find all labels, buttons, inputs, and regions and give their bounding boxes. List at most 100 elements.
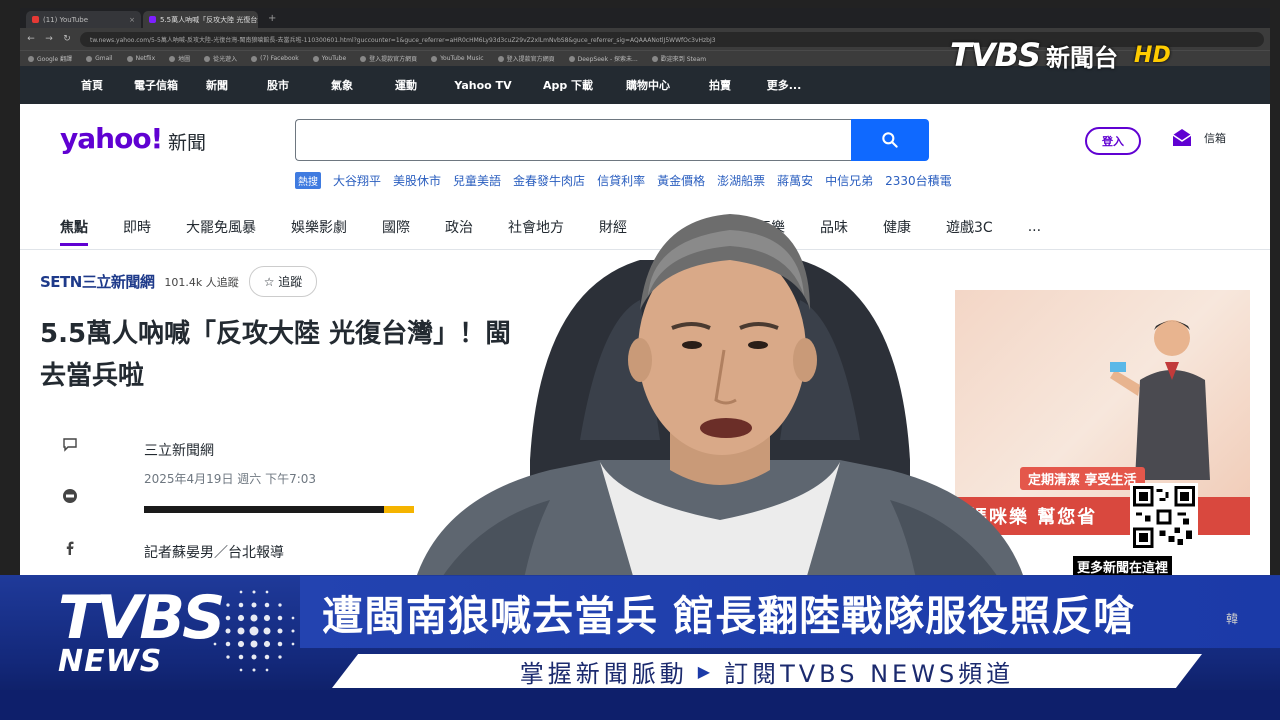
bookmark-item[interactable]: YouTube: [312, 55, 346, 62]
logo-dot: [291, 629, 295, 633]
bookmark-item[interactable]: YouTube Music: [431, 55, 484, 62]
logo-dot: [226, 603, 230, 607]
logo-dot: [238, 602, 244, 608]
news-headline-banner: 遭閩南狼喊去當兵 館長翻陸戰隊服役照反嗆: [300, 576, 1280, 648]
lower-third-strip: [0, 690, 1280, 720]
logo-dot: [225, 615, 231, 621]
logo-dot: [277, 641, 283, 647]
nav-sports[interactable]: 運動: [374, 77, 438, 93]
trending-link[interactable]: 澎湖船票: [717, 172, 765, 189]
category-recall[interactable]: 大罷免風暴: [186, 204, 256, 250]
nav-home[interactable]: 首頁: [60, 77, 124, 93]
bookmark-item[interactable]: DeepSeek - 探索未...: [568, 54, 638, 63]
trending-link[interactable]: 信貸利率: [597, 172, 645, 189]
bookmark-item[interactable]: 歡迎來到 Steam: [651, 54, 706, 63]
line-icon[interactable]: [62, 488, 78, 504]
bookmark-icon: [169, 55, 176, 62]
logo-dot: [252, 668, 256, 672]
mail-link[interactable]: 信箱: [1170, 126, 1226, 150]
bookmark-icon: [86, 55, 93, 62]
nav-mail[interactable]: 電子信箱: [124, 77, 188, 93]
bookmark-item[interactable]: Netflix: [126, 55, 155, 62]
bookmark-icon: [431, 55, 438, 62]
category-entertainment[interactable]: 娛樂影劇: [291, 204, 347, 250]
logo-dot: [278, 603, 282, 607]
logo-dot: [251, 654, 257, 660]
subline-left: 掌握新聞脈動: [519, 659, 688, 688]
trending-searches: 熱搜 大谷翔平 美股休市 兒童美語 金春發牛肉店 信貸利率 黃金價格 澎湖船票 …: [295, 172, 952, 189]
article-byline: 記者蘇晏男／台北報導: [144, 545, 284, 561]
source-name[interactable]: 三立新聞網: [144, 440, 316, 460]
nav-yahoo-tv[interactable]: Yahoo TV: [438, 79, 528, 92]
forward-icon[interactable]: →: [44, 34, 54, 44]
yahoo-news-label: 新聞: [168, 132, 207, 154]
trending-link[interactable]: 黃金價格: [657, 172, 705, 189]
bookmark-icon: [312, 55, 319, 62]
bookmark-item[interactable]: Gmail: [86, 55, 113, 62]
bookmark-item[interactable]: Google 翻譯: [28, 54, 72, 63]
logo-dot: [265, 668, 269, 672]
bookmark-item[interactable]: 從光遊入: [204, 54, 237, 63]
trending-link[interactable]: 蔣萬安: [777, 172, 813, 189]
trending-link[interactable]: 2330台積電: [885, 172, 952, 189]
tab-youtube[interactable]: (11) YouTube ×: [26, 11, 141, 28]
hd-badge: HD: [1134, 42, 1171, 68]
facebook-icon[interactable]: [62, 540, 78, 556]
trending-link[interactable]: 大谷翔平: [333, 172, 381, 189]
trending-link[interactable]: 金春發牛肉店: [513, 172, 585, 189]
nav-stocks[interactable]: 股市: [246, 77, 310, 93]
back-icon[interactable]: ←: [26, 34, 36, 44]
logo-dot: [277, 615, 283, 621]
logo-dot: [265, 590, 269, 594]
nav-more[interactable]: 更多...: [752, 77, 816, 93]
logo-dot: [263, 614, 271, 622]
publisher-bar: SETN三立新聞網 101.4k 人追蹤 ☆ 追蹤: [40, 266, 318, 297]
setn-logo[interactable]: SETN三立新聞網: [40, 271, 155, 292]
trending-link[interactable]: 美股休市: [393, 172, 441, 189]
bookmark-item[interactable]: 登入提款官方網頁: [497, 54, 555, 63]
tvbs-news-logo-top: TVBS: [58, 583, 225, 653]
logo-dot: [277, 628, 283, 634]
bookmark-icon: [568, 55, 575, 62]
logo-dot: [226, 655, 230, 659]
tvbs-channel-logo: TVBS 新聞台 HD: [950, 36, 1171, 74]
yahoo-header: yahoo! 新聞 登入 信箱 熱搜 大谷翔平 美股休市 兒童美語 金春發牛肉店…: [20, 104, 1270, 189]
search-icon: [882, 132, 898, 148]
subline-right: 訂閱TVBS NEWS頻道: [724, 659, 1015, 688]
logo-dot: [291, 616, 295, 620]
logo-dot: [264, 654, 270, 660]
category-realtime[interactable]: 即時: [123, 204, 151, 250]
reload-icon[interactable]: ↻: [62, 34, 72, 44]
new-tab-button[interactable]: +: [260, 13, 284, 24]
close-icon[interactable]: ×: [129, 16, 135, 24]
nav-shopping[interactable]: 購物中心: [608, 77, 688, 93]
youtube-icon: [32, 16, 39, 23]
category-focus[interactable]: 焦點: [60, 204, 88, 250]
nav-auction[interactable]: 拍賣: [688, 77, 752, 93]
search-button[interactable]: [851, 119, 929, 161]
tab-yahoo-article[interactable]: 5.5萬人吶喊「反攻大陸 光復台灣」 ×: [143, 11, 258, 28]
qr-code[interactable]: [1130, 483, 1198, 551]
bookmark-item[interactable]: 地圖: [169, 54, 190, 63]
logo-dot: [237, 640, 245, 648]
trending-link[interactable]: 中信兄弟: [825, 172, 873, 189]
publish-date: 2025年4月19日 週六 下午7:03: [144, 472, 317, 486]
trending-link[interactable]: 兒童美語: [453, 172, 501, 189]
tvbs-brand: TVBS: [950, 36, 1041, 74]
tab-bar: (11) YouTube × 5.5萬人吶喊「反攻大陸 光復台灣」 × +: [20, 8, 1270, 28]
nav-app-download[interactable]: App 下載: [528, 77, 608, 93]
comment-icon[interactable]: [62, 436, 78, 452]
nav-news[interactable]: 新聞: [188, 77, 246, 93]
login-button[interactable]: 登入: [1085, 127, 1141, 155]
nav-weather[interactable]: 氣象: [310, 77, 374, 93]
follow-button[interactable]: ☆ 追蹤: [248, 266, 318, 297]
play-icon: ▶: [697, 661, 715, 681]
mail-icon: [1172, 129, 1192, 146]
bookmark-item[interactable]: (7) Facebook: [251, 55, 299, 62]
edge-text: 韓: [1226, 612, 1239, 626]
logo-dot: [251, 602, 257, 608]
bookmark-item[interactable]: 登入提款官方網頁: [360, 54, 417, 63]
yahoo-logo[interactable]: yahoo!: [60, 122, 163, 155]
logo-dot: [250, 614, 258, 622]
search-input[interactable]: [295, 119, 851, 161]
